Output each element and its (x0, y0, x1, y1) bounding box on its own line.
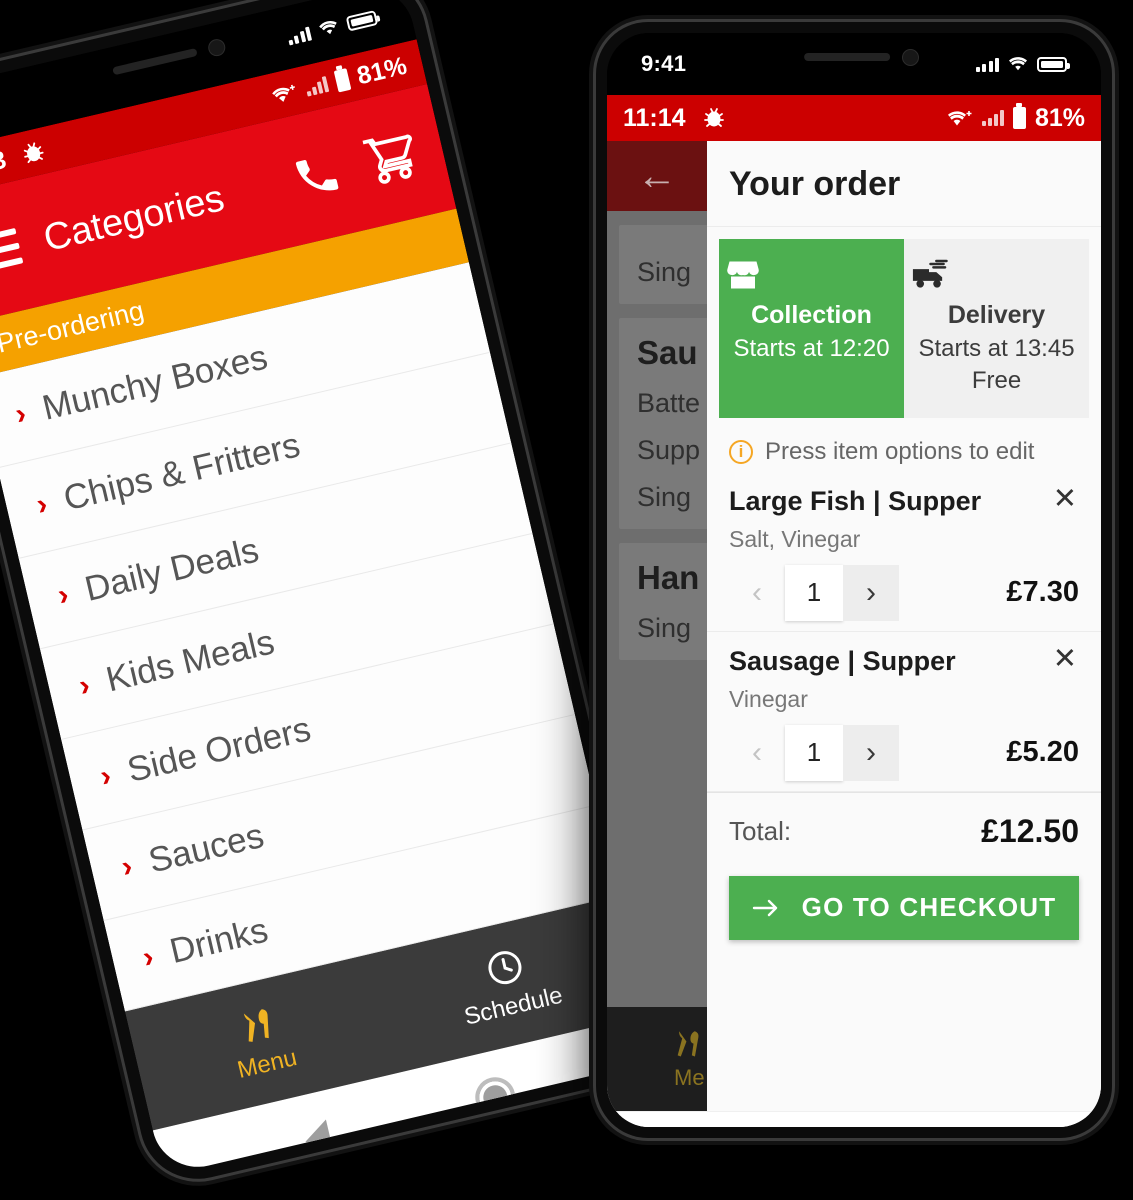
go-to-checkout-label: GO TO CHECKOUT (801, 892, 1057, 923)
ios-battery-icon (345, 9, 379, 32)
delivery-option[interactable]: Delivery Starts at 13:45 Free (904, 239, 1089, 418)
chevron-right-icon: › (97, 759, 115, 794)
arrow-right-icon (752, 899, 777, 916)
bottom-nav-label: Schedule (461, 981, 566, 1031)
quantity-value[interactable]: 1 (785, 564, 843, 621)
cellular-signal-icon (975, 57, 999, 72)
quantity-stepper: ‹ 1 › (729, 724, 899, 781)
phone-icon[interactable] (288, 147, 346, 205)
order-item-name[interactable]: Sausage | Supper (729, 646, 956, 677)
background-bottom-nav-label: Me (674, 1065, 705, 1090)
right-ios-status-bar: 9:41 (607, 33, 1101, 95)
chevron-right-icon: › (75, 668, 94, 703)
earpiece-speaker (112, 47, 198, 76)
battery-percent: 81% (1034, 103, 1085, 132)
quantity-decrease-button[interactable]: ‹ (729, 565, 785, 621)
chevron-right-icon: › (54, 577, 72, 613)
fulfilment-mode-toggle: Collection Starts at 12:20 Delivery Star… (707, 227, 1101, 418)
close-icon[interactable]: ✕ (1051, 484, 1079, 513)
android-clock: 11:14 (623, 103, 686, 132)
wifi-icon (319, 20, 337, 35)
collection-option[interactable]: Collection Starts at 12:20 (719, 239, 904, 418)
notification-bug-icon (703, 108, 724, 127)
go-to-checkout-button[interactable]: GO TO CHECKOUT (729, 875, 1079, 940)
ios-clock: 9:41 (641, 51, 687, 76)
cutlery-icon (243, 1009, 269, 1042)
ios-status-icons (975, 56, 1070, 72)
shop-icon (727, 261, 759, 289)
sheet-title: Your order (707, 141, 1101, 227)
order-item-options: Vinegar (729, 685, 808, 712)
quantity-stepper: ‹ 1 › (729, 564, 899, 621)
category-label: Side Orders (123, 709, 315, 790)
your-order-sheet: Your order Collection Starts at 12:20 De… (707, 141, 1101, 1111)
category-label: Kids Meals (102, 622, 278, 700)
chevron-right-icon: › (12, 396, 30, 432)
order-item-price: £7.30 (1006, 576, 1079, 609)
earpiece-speaker (804, 53, 891, 61)
battery-percent: 81% (354, 51, 410, 90)
cellular-signal-icon (286, 25, 312, 46)
quantity-value[interactable]: 1 (785, 724, 843, 781)
total-label: Total: (729, 815, 792, 846)
collection-label: Collection (751, 301, 872, 329)
chevron-right-icon: › (139, 940, 157, 975)
android-battery-icon (1012, 103, 1026, 129)
android-back-icon[interactable] (301, 1119, 334, 1159)
ios-battery-icon (1037, 56, 1070, 72)
order-total-row: Total: £12.50 (707, 791, 1101, 856)
cutlery-icon (677, 1031, 699, 1057)
bottom-nav-label: Menu (234, 1043, 300, 1084)
back-arrow-icon[interactable]: ← (637, 156, 677, 196)
wifi-icon (1009, 57, 1027, 71)
left-phone-device: 9:41 11:13 (0, 0, 671, 1191)
right-android-status-bar: 11:14 81% (607, 95, 1101, 141)
front-camera (206, 37, 227, 58)
edit-hint-label: Press item options to edit (765, 437, 1035, 465)
right-android-nav-bar (607, 1111, 1101, 1127)
delivery-time: Starts at 13:45 (918, 334, 1075, 362)
delivery-label: Delivery (947, 301, 1046, 329)
category-label: Daily Deals (81, 530, 263, 609)
ios-status-icons (286, 9, 379, 46)
left-phone-screen: 9:41 11:13 (0, 0, 657, 1177)
wifi-icon (947, 111, 972, 126)
category-list: › Munchy Boxes › Chips & Fritters › Dail… (0, 262, 618, 1012)
front-camera (902, 49, 919, 66)
quantity-increase-button[interactable]: › (843, 724, 899, 781)
chevron-right-icon: › (33, 487, 51, 522)
total-value: £12.50 (981, 812, 1079, 849)
clock-icon (487, 951, 521, 985)
cellular-signal-icon (981, 110, 1004, 126)
screenshot-stage: 9:41 11:13 (0, 0, 1133, 1200)
edit-hint: i Press item options to edit (707, 418, 1101, 472)
close-icon[interactable]: ✕ (1051, 644, 1079, 673)
right-phone-device: 9:41 11:14 81% ← Sing Sau Batte Supp Sin… (596, 22, 1112, 1138)
android-home-icon[interactable] (470, 1073, 519, 1122)
quantity-decrease-button[interactable]: ‹ (729, 725, 785, 781)
notification-bug-icon (23, 142, 44, 164)
cellular-signal-icon (304, 76, 330, 97)
wifi-icon (272, 84, 295, 102)
category-label: Sauces (144, 815, 268, 881)
chevron-right-icon: › (118, 849, 136, 884)
sheet-body: Collection Starts at 12:20 Delivery Star… (707, 227, 1101, 1111)
right-app-screen: 11:14 81% ← Sing Sau Batte Supp Sing Han… (607, 95, 1101, 1127)
delivery-fee: Free (971, 367, 1022, 395)
cart-icon[interactable] (360, 127, 423, 190)
order-item-name[interactable]: Large Fish | Supper (729, 486, 981, 517)
order-item: Large Fish | Supper ✕ Salt, Vinegar ‹ 1 … (707, 472, 1101, 632)
info-icon: i (729, 439, 753, 464)
hamburger-icon[interactable] (0, 227, 24, 274)
right-phone-screen: 9:41 11:14 81% ← Sing Sau Batte Supp Sin… (607, 33, 1101, 1127)
order-item-price: £5.20 (1006, 736, 1079, 769)
android-battery-icon (333, 68, 352, 93)
category-label: Drinks (166, 910, 272, 972)
truck-icon (912, 259, 948, 288)
collection-time: Starts at 12:20 (733, 334, 890, 362)
page-title: Categories (39, 176, 229, 260)
order-item-options: Salt, Vinegar (729, 525, 861, 552)
order-item: Sausage | Supper ✕ Vinegar ‹ 1 › £5.20 (707, 632, 1101, 792)
quantity-increase-button[interactable]: › (843, 564, 899, 621)
